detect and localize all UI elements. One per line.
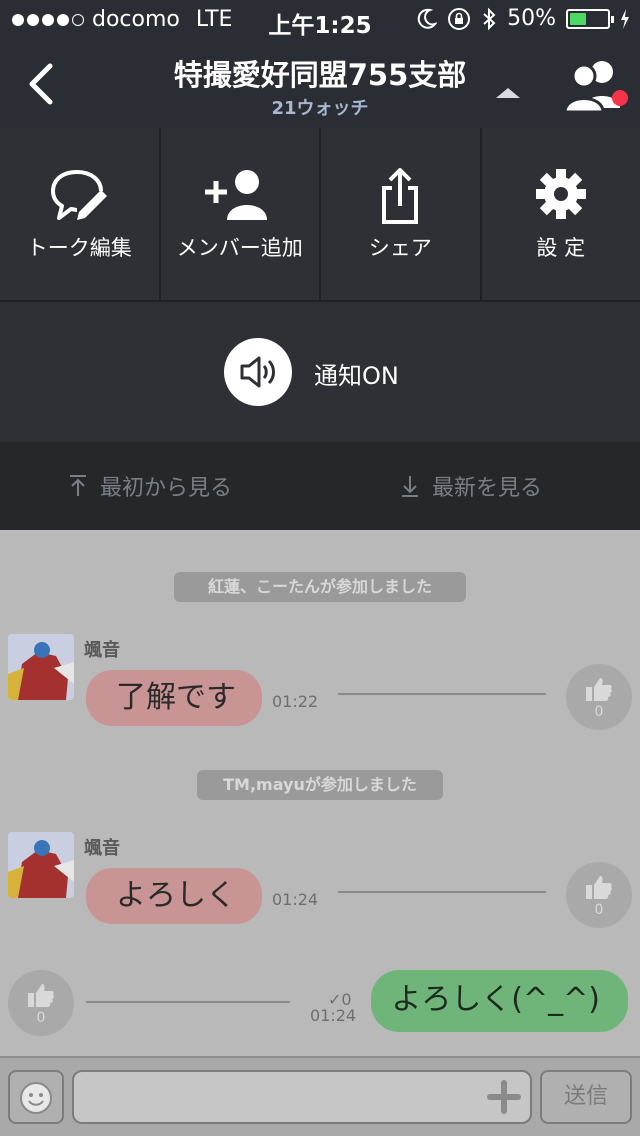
message-input-bar: 送信 — [0, 1056, 640, 1136]
arrow-up-icon — [70, 475, 86, 496]
battery-icon — [566, 8, 614, 29]
incoming-message[interactable]: 了解です — [86, 670, 262, 726]
divider-line — [338, 693, 546, 695]
share-icon — [382, 168, 419, 224]
chat-header: 特撮愛好同盟755支部 21ウォッチ — [0, 40, 640, 128]
like-count: 0 — [594, 704, 604, 720]
send-button[interactable]: 送信 — [540, 1070, 632, 1124]
charging-icon — [621, 8, 629, 29]
add-member-icon — [205, 170, 268, 220]
system-message: TM,mayuが参加しました — [197, 770, 443, 800]
menu-item-share[interactable]: シェア — [321, 128, 480, 300]
like-count: 0 — [36, 1010, 46, 1026]
menu-label-edit-talk: トーク編集 — [26, 236, 132, 260]
battery-percent: 50% — [507, 6, 556, 31]
chat-menu: トーク編集 メンバー追加 シェア 設 定 — [0, 128, 640, 302]
like-count: 0 — [594, 902, 604, 918]
menu-label-settings: 設 定 — [536, 236, 586, 260]
sender-name: 颯音 — [84, 640, 120, 661]
jump-navigation: 最初から見る 最新を見る — [0, 442, 640, 530]
moon-icon — [417, 8, 438, 29]
rotation-lock-icon — [448, 7, 471, 30]
arrow-down-icon — [402, 476, 418, 497]
menu-item-settings[interactable]: 設 定 — [481, 128, 640, 300]
group-subtitle: 21ウォッチ — [271, 98, 369, 119]
menu-label-share: シェア — [368, 236, 432, 260]
message-time: 01:24 — [310, 1006, 357, 1025]
speaker-icon — [224, 338, 292, 406]
view-latest-button[interactable]: 最新を見る — [400, 470, 542, 502]
system-message: 紅蓮、こーたんが参加しました — [174, 572, 466, 602]
gear-icon — [535, 169, 586, 219]
like-button[interactable]: 0 — [566, 862, 632, 928]
view-from-first-label: 最初から見る — [100, 476, 233, 501]
chat-area[interactable]: 紅蓮、こーたんが参加しました 颯音 了解です 01:22 0 TM,mayuが参… — [0, 530, 640, 1056]
chat-edit-icon — [51, 170, 108, 220]
status-bar: docomo LTE 上午1:25 50% — [0, 0, 640, 40]
collapse-caret-icon[interactable] — [496, 88, 520, 98]
notification-toggle[interactable]: 通知ON — [0, 302, 640, 442]
smiley-icon — [20, 1082, 52, 1114]
menu-item-add-member[interactable]: メンバー追加 — [160, 128, 319, 300]
divider-line — [338, 891, 546, 893]
avatar[interactable] — [8, 832, 74, 898]
message-input-field[interactable] — [72, 1070, 532, 1124]
plus-icon[interactable] — [486, 1079, 522, 1115]
divider-line — [86, 1001, 290, 1003]
notification-badge — [612, 90, 628, 106]
like-button[interactable]: 0 — [566, 664, 632, 730]
message-input[interactable] — [74, 1072, 530, 1122]
thumbs-up-icon — [586, 876, 612, 899]
menu-label-add-member: メンバー追加 — [176, 236, 303, 260]
thumbs-up-icon — [586, 678, 612, 701]
view-from-first-button[interactable]: 最初から見る — [68, 470, 232, 502]
page-title: 特撮愛好同盟755支部 — [173, 58, 467, 92]
view-latest-label: 最新を見る — [432, 476, 543, 501]
avatar[interactable] — [8, 634, 74, 700]
incoming-message[interactable]: よろしく — [86, 868, 262, 924]
like-button[interactable]: 0 — [8, 970, 74, 1036]
message-time: 01:24 — [272, 890, 319, 909]
message-time: 01:22 — [272, 692, 319, 711]
sender-name: 颯音 — [84, 838, 120, 859]
menu-item-edit-talk[interactable]: トーク編集 — [0, 128, 159, 300]
outgoing-message[interactable]: よろしく(^_^) — [371, 970, 628, 1032]
bluetooth-icon — [483, 7, 496, 30]
thumbs-up-icon — [28, 984, 54, 1007]
notification-label: 通知ON — [314, 362, 399, 390]
emoji-button[interactable] — [8, 1070, 64, 1124]
